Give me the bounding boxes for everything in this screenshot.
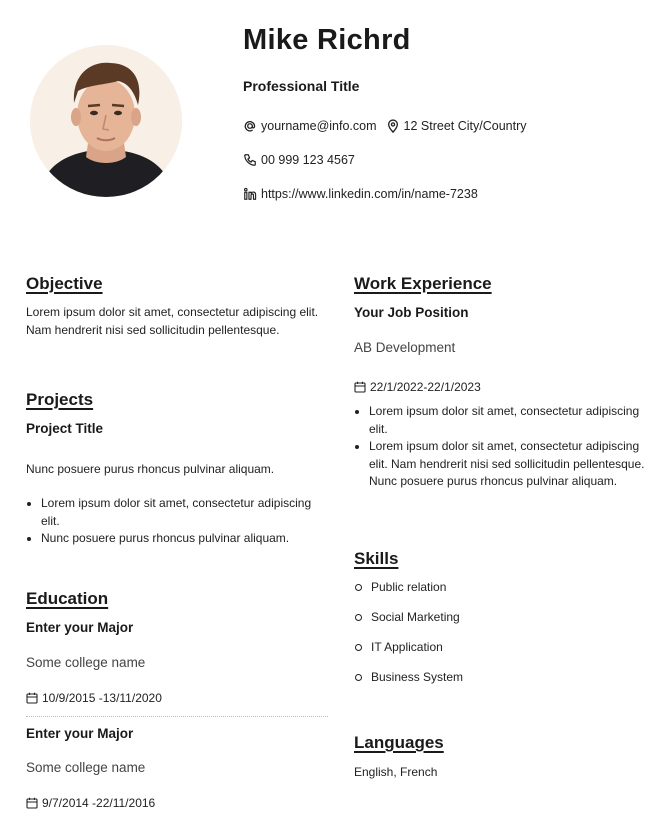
skill-label: IT Application bbox=[371, 640, 443, 654]
skill-label: Social Marketing bbox=[371, 610, 460, 624]
skill-item: Public relation bbox=[354, 580, 463, 610]
project-title: Project Title bbox=[26, 421, 104, 436]
work-dates: 22/1/2022-22/1/2023 bbox=[370, 380, 481, 394]
education-heading: Education bbox=[26, 589, 109, 608]
linkedin-icon bbox=[244, 187, 257, 200]
skill-label: Public relation bbox=[371, 580, 447, 594]
skill-item: Business System bbox=[354, 670, 463, 700]
skill-item: IT Application bbox=[354, 640, 463, 670]
languages-text: English, French bbox=[354, 765, 438, 779]
project-bullets: Lorem ipsum dolor sit amet, consectetur … bbox=[26, 495, 331, 548]
at-icon bbox=[244, 120, 256, 132]
portrait-image bbox=[30, 45, 182, 197]
company-name: AB Development bbox=[354, 340, 456, 355]
projects-heading: Projects bbox=[26, 390, 94, 409]
skills-list: Public relation Social Marketing IT Appl… bbox=[354, 580, 463, 700]
project-description: Nunc posuere purus rhoncus pulvinar aliq… bbox=[26, 462, 275, 476]
work-date-row: 22/1/2022-22/1/2023 bbox=[354, 380, 481, 394]
location-pin-icon bbox=[387, 119, 398, 133]
list-item: Lorem ipsum dolor sit amet, consectetur … bbox=[369, 438, 646, 491]
phone-icon bbox=[244, 154, 256, 166]
email-text[interactable]: yourname@info.com bbox=[261, 119, 377, 133]
list-item: Lorem ipsum dolor sit amet, consectetur … bbox=[41, 495, 331, 530]
skill-item: Social Marketing bbox=[354, 610, 463, 640]
professional-title: Professional Title bbox=[243, 78, 360, 94]
objective-heading: Objective bbox=[26, 274, 103, 293]
circle-bullet-icon bbox=[355, 674, 362, 681]
phone-text[interactable]: 00 999 123 4567 bbox=[261, 153, 355, 167]
linkedin-text[interactable]: https://www.linkedin.com/in/name-7238 bbox=[261, 187, 478, 201]
languages-heading: Languages bbox=[354, 733, 444, 752]
education-major: Enter your Major bbox=[26, 726, 134, 741]
job-position: Your Job Position bbox=[354, 305, 469, 320]
list-item: Lorem ipsum dolor sit amet, consectetur … bbox=[369, 403, 646, 438]
skill-label: Business System bbox=[371, 670, 464, 684]
education-dates: 10/9/2015 -13/11/2020 bbox=[42, 691, 162, 705]
education-divider bbox=[26, 716, 328, 717]
work-bullets: Lorem ipsum dolor sit amet, consectetur … bbox=[354, 403, 646, 491]
phone-row: 00 999 123 4567 bbox=[243, 153, 355, 167]
education-dates: 9/7/2014 -22/11/2016 bbox=[42, 796, 156, 810]
address-text: 12 Street City/Country bbox=[403, 119, 527, 133]
email-row: yourname@info.com 12 Street City/Country bbox=[243, 119, 526, 133]
education-school: Some college name bbox=[26, 760, 146, 775]
circle-bullet-icon bbox=[355, 614, 362, 621]
calendar-icon bbox=[26, 692, 38, 704]
education-major: Enter your Major bbox=[26, 620, 134, 635]
skills-heading: Skills bbox=[354, 549, 399, 568]
calendar-icon bbox=[26, 797, 38, 809]
circle-bullet-icon bbox=[355, 584, 362, 591]
education-date-row: 9/7/2014 -22/11/2016 bbox=[26, 796, 155, 810]
linkedin-row: https://www.linkedin.com/in/name-7238 bbox=[243, 187, 478, 201]
profile-photo bbox=[30, 45, 182, 197]
work-heading: Work Experience bbox=[354, 274, 492, 293]
education-date-row: 10/9/2015 -13/11/2020 bbox=[26, 691, 162, 705]
list-item: Nunc posuere purus rhoncus pulvinar aliq… bbox=[41, 530, 331, 548]
education-school: Some college name bbox=[26, 655, 146, 670]
candidate-name: Mike Richrd bbox=[243, 24, 411, 56]
calendar-icon bbox=[354, 381, 366, 393]
circle-bullet-icon bbox=[355, 644, 362, 651]
objective-text: Lorem ipsum dolor sit amet, consectetur … bbox=[26, 305, 319, 337]
